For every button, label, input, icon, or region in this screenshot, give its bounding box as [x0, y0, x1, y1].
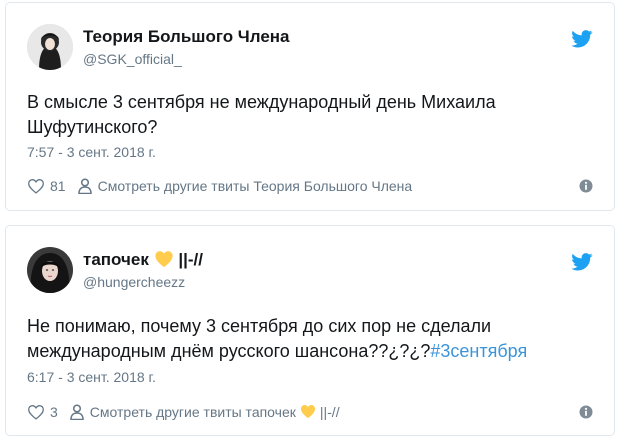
tweet-actions: 81 Смотреть другие твиты Теория Большого… [27, 175, 412, 197]
like-count[interactable]: 81 [50, 178, 66, 194]
display-name[interactable]: Теория Большого Члена [83, 27, 290, 47]
hashtag-link[interactable]: #3сентября [430, 341, 527, 361]
user-handle[interactable]: @hungercheezz [83, 274, 185, 290]
heart-outline-icon[interactable] [27, 178, 45, 194]
timestamp-link[interactable]: 6:17 - 3 сент. 2018 г. [27, 369, 156, 385]
heart-outline-icon[interactable] [27, 404, 45, 420]
tweet-card: тапочек ||-// @hungercheezz Не понимаю, … [5, 225, 615, 436]
more-tweets-link[interactable]: Смотреть другие твиты тапочек ||-// [90, 404, 340, 420]
tweet-text: В смысле 3 сентября не международный ден… [27, 92, 496, 137]
yellow-heart-emoji [300, 405, 315, 419]
twitter-bird-icon[interactable] [571, 30, 593, 48]
info-icon[interactable] [579, 405, 593, 419]
info-icon[interactable] [579, 179, 593, 193]
tweet-text: Не понимаю, почему 3 сентября до сих пор… [27, 314, 592, 364]
more-tweets-link[interactable]: Смотреть другие твиты Теория Большого Чл… [98, 178, 413, 194]
user-icon [77, 178, 92, 194]
display-name[interactable]: тапочек ||-// [83, 250, 203, 270]
timestamp-link[interactable]: 7:57 - 3 сент. 2018 г. [27, 144, 156, 160]
user-icon [70, 404, 84, 420]
twitter-bird-icon[interactable] [571, 253, 593, 271]
avatar[interactable] [27, 24, 73, 70]
display-name-text: тапочек [83, 250, 149, 269]
yellow-heart-emoji [154, 251, 173, 268]
tweet-card: Теория Большого Члена @SGK_official_ В с… [5, 2, 615, 211]
display-name-suffix: ||-// [178, 250, 203, 269]
more-tweets-label-suffix: ||-// [319, 404, 340, 420]
like-count[interactable]: 3 [50, 404, 58, 420]
avatar[interactable] [27, 247, 73, 293]
more-tweets-label: Смотреть другие твиты тапочек [89, 404, 296, 420]
tweet-text-body: Не понимаю, почему 3 сентября до сих пор… [27, 316, 492, 361]
user-handle[interactable]: @SGK_official_ [83, 51, 182, 67]
tweet-actions: 3 Смотреть другие твиты тапочек ||-// [27, 401, 340, 423]
